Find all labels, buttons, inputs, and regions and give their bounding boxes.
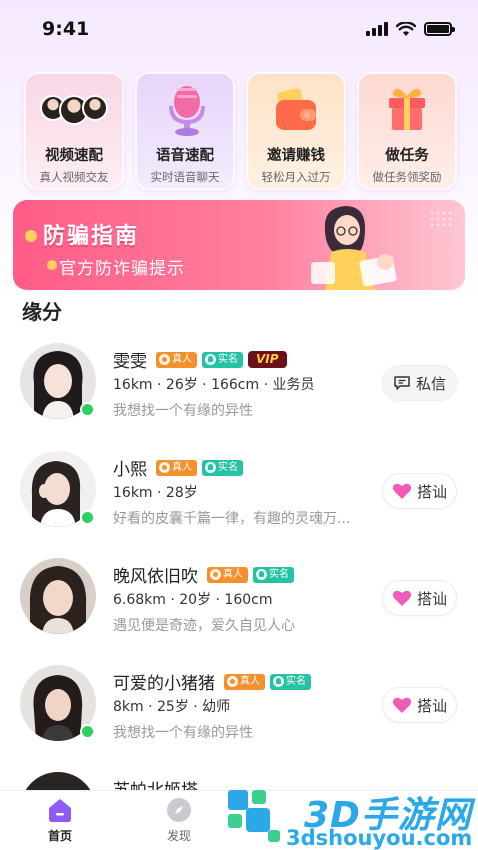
status-time: 9:41 bbox=[42, 18, 90, 40]
site-watermark: 3D手游网 3dshouyou.com bbox=[222, 782, 478, 850]
user-stats: 8km · 25岁 · 幼师 bbox=[113, 699, 231, 715]
online-status-dot bbox=[80, 402, 95, 417]
anti-fraud-banner[interactable]: 防骗指南 官方防诈骗提示 bbox=[13, 200, 465, 290]
user-stats: 6.68km · 20岁 · 160cm bbox=[113, 592, 273, 608]
real-person-badge: 真人 bbox=[156, 351, 197, 368]
action-label: 搭讪 bbox=[416, 482, 447, 501]
user-name-line: 雯雯 真人 实名 VIP bbox=[113, 347, 287, 372]
heart-icon bbox=[392, 590, 412, 606]
message-icon bbox=[394, 376, 410, 390]
heart-icon bbox=[392, 483, 412, 499]
video-avatars-icon bbox=[40, 82, 108, 138]
section-title: 缘分 bbox=[22, 300, 62, 324]
user-name-line: 可爱的小猪猪 真人 实名 bbox=[113, 669, 311, 694]
compass-icon bbox=[167, 798, 191, 822]
status-bar: 9:41 bbox=[0, 0, 478, 58]
verified-badge: 实名 bbox=[270, 673, 311, 690]
user-list-item[interactable]: 可爱的小猪猪 真人 实名 8km · 25岁 · 幼师 我想找一个有缘的异性 搭… bbox=[0, 665, 478, 765]
user-bio: 遇见便是奇迹，爱久自见人心 bbox=[113, 618, 295, 634]
watermark-url: 3dshouyou.com bbox=[286, 826, 473, 850]
quick-entry-subtitle: 实时语音聊天 bbox=[150, 170, 220, 184]
real-person-badge: 真人 bbox=[224, 673, 265, 690]
do-task-card[interactable]: 做任务 做任务领奖励 bbox=[357, 72, 457, 190]
user-name: 雯雯 bbox=[113, 352, 147, 372]
user-list-item[interactable]: 小熙 真人 实名 16km · 28岁 好看的皮囊千篇一律，有趣的灵魂万... … bbox=[0, 451, 478, 551]
signal-icon bbox=[366, 22, 388, 36]
gift-box-icon bbox=[376, 82, 438, 138]
vip-badge: VIP bbox=[248, 351, 287, 368]
user-name-line: 晚风依旧吹 真人 实名 bbox=[113, 562, 294, 587]
greet-button[interactable]: 搭讪 bbox=[382, 580, 457, 616]
quick-entry-title: 做任务 bbox=[385, 148, 429, 164]
voice-match-card[interactable]: 语音速配 实时语音聊天 bbox=[135, 72, 235, 190]
user-name: 可爱的小猪猪 bbox=[113, 674, 215, 694]
verified-badge: 实名 bbox=[202, 459, 243, 476]
message-button[interactable]: 私信 bbox=[382, 365, 457, 401]
verified-badge: 实名 bbox=[253, 566, 294, 583]
nav-label: 发现 bbox=[166, 829, 191, 843]
battery-icon bbox=[424, 22, 455, 36]
quick-entry-subtitle: 做任务领奖励 bbox=[372, 170, 442, 184]
avatar[interactable] bbox=[20, 451, 96, 527]
quick-entry-title: 语音速配 bbox=[156, 148, 214, 164]
avatar[interactable] bbox=[20, 558, 96, 634]
user-bio: 我想找一个有缘的异性 bbox=[113, 725, 253, 741]
status-icons bbox=[366, 21, 455, 37]
user-list-item[interactable]: 雯雯 真人 实名 VIP 16km · 26岁 · 166cm · 业务员 我想… bbox=[0, 343, 478, 443]
action-label: 私信 bbox=[415, 374, 446, 393]
user-stats: 16km · 26岁 · 166cm · 业务员 bbox=[113, 377, 315, 393]
user-name: 晚风依旧吹 bbox=[113, 567, 198, 587]
dot-pattern bbox=[429, 210, 455, 230]
quick-entry-subtitle: 真人视频交友 bbox=[39, 170, 109, 184]
real-person-badge: 真人 bbox=[207, 566, 248, 583]
invite-earn-card[interactable]: 邀请赚钱 轻松月入过万 bbox=[246, 72, 346, 190]
nav-discover[interactable]: 发现 bbox=[149, 797, 209, 844]
quick-entry-title: 视频速配 bbox=[45, 148, 103, 164]
microphone-icon bbox=[154, 82, 216, 138]
real-person-badge: 真人 bbox=[156, 459, 197, 476]
online-status-dot bbox=[80, 510, 95, 525]
home-icon bbox=[49, 799, 71, 822]
wifi-icon bbox=[396, 21, 416, 36]
banner-subtitle: 官方防诈骗提示 bbox=[59, 259, 185, 279]
nav-label: 首页 bbox=[47, 829, 72, 843]
quick-entry-title: 邀请赚钱 bbox=[267, 148, 325, 164]
video-match-card[interactable]: 视频速配 真人视频交友 bbox=[24, 72, 124, 190]
online-status-dot bbox=[80, 724, 95, 739]
nav-home[interactable]: 首页 bbox=[30, 797, 90, 844]
user-list-item[interactable]: 晚风依旧吹 真人 实名 6.68km · 20岁 · 160cm 遇见便是奇迹，… bbox=[0, 558, 478, 658]
girl-illustration bbox=[311, 206, 397, 290]
banner-title: 防骗指南 bbox=[43, 224, 140, 249]
heart-icon bbox=[392, 697, 412, 713]
quick-entry-subtitle: 轻松月入过万 bbox=[261, 170, 331, 184]
greet-button[interactable]: 搭讪 bbox=[382, 473, 457, 509]
wallet-icon bbox=[265, 82, 327, 138]
action-label: 搭讪 bbox=[416, 589, 447, 608]
watermark-logo-icon bbox=[228, 790, 280, 842]
verified-badge: 实名 bbox=[202, 351, 243, 368]
user-bio: 好看的皮囊千篇一律，有趣的灵魂万... bbox=[113, 511, 351, 527]
user-bio: 我想找一个有缘的异性 bbox=[113, 403, 253, 419]
avatar[interactable] bbox=[20, 343, 96, 419]
avatar[interactable] bbox=[20, 665, 96, 741]
quick-entry-grid: 视频速配 真人视频交友 语音速配 实时语音聊天 邀请赚钱 轻松月入过万 做任务 … bbox=[24, 72, 458, 190]
greet-button[interactable]: 搭讪 bbox=[382, 687, 457, 723]
user-stats: 16km · 28岁 bbox=[113, 485, 198, 501]
user-name-line: 小熙 真人 实名 bbox=[113, 455, 243, 480]
user-name: 小熙 bbox=[113, 460, 147, 480]
action-label: 搭讪 bbox=[416, 696, 447, 715]
